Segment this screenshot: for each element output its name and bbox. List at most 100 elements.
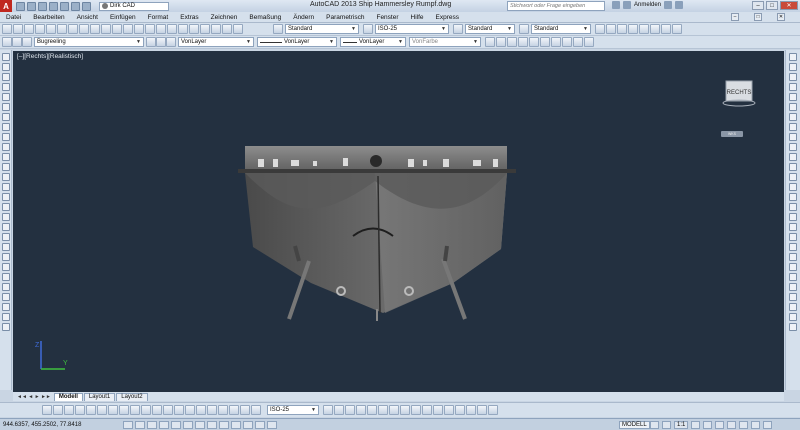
polar-toggle[interactable] xyxy=(159,420,169,429)
dimension-icon[interactable] xyxy=(97,405,107,415)
draw-tool-icon[interactable] xyxy=(1,163,10,171)
dimension-icon[interactable] xyxy=(240,405,250,415)
menu-item-einfügen[interactable]: Einfügen xyxy=(110,14,136,21)
dimension-icon[interactable] xyxy=(64,405,74,415)
toolbar-icon[interactable] xyxy=(134,24,144,34)
draw-tool-icon[interactable] xyxy=(1,253,10,261)
toolbar-icon[interactable] xyxy=(628,24,638,34)
tab-layout2[interactable]: Layout2 xyxy=(116,392,148,401)
dimstyle-icon[interactable] xyxy=(363,24,373,34)
plotstyle-select[interactable]: VonFarbe ▼ xyxy=(409,37,481,47)
draw-tool-icon[interactable] xyxy=(1,173,10,181)
toolbar-icon[interactable] xyxy=(123,24,133,34)
lineweight-select[interactable]: VonLayer ▼ xyxy=(340,37,406,47)
document-close-button[interactable]: ✕ xyxy=(777,13,785,21)
toolbar-icon[interactable] xyxy=(378,405,388,415)
toolbar-icon[interactable] xyxy=(411,405,421,415)
modify-tool-icon[interactable] xyxy=(789,283,797,291)
modify-tool-icon[interactable] xyxy=(789,173,797,181)
modify-tool-icon[interactable] xyxy=(789,73,797,81)
menu-item-bearbeiten[interactable]: Bearbeiten xyxy=(33,14,64,21)
toolbar-icon[interactable] xyxy=(178,24,188,34)
draw-tool-icon[interactable] xyxy=(1,313,10,321)
menu-item-zeichnen[interactable]: Zeichnen xyxy=(211,14,238,21)
toolbar-icon[interactable] xyxy=(90,24,100,34)
toolbar-icon[interactable] xyxy=(323,405,333,415)
document-maximize-button[interactable]: □ xyxy=(754,13,762,21)
auto-scale-icon[interactable] xyxy=(703,421,713,429)
redo-icon[interactable] xyxy=(82,1,91,11)
modify-tool-icon[interactable] xyxy=(789,313,797,321)
modify-tool-icon[interactable] xyxy=(789,223,797,231)
workspace-switch-icon[interactable] xyxy=(715,421,725,429)
modify-tool-icon[interactable] xyxy=(789,123,797,131)
modify-tool-icon[interactable] xyxy=(789,103,797,111)
mleaderstyle-icon[interactable] xyxy=(519,24,529,34)
toolbar-icon[interactable] xyxy=(455,405,465,415)
toolbar-icon[interactable] xyxy=(595,24,605,34)
toolbar-icon[interactable] xyxy=(389,405,399,415)
minimize-button[interactable]: – xyxy=(752,1,764,10)
toolbar-icon[interactable] xyxy=(345,405,355,415)
toolbar-icon[interactable] xyxy=(57,24,67,34)
modify-tool-icon[interactable] xyxy=(789,143,797,151)
toolbar-icon[interactable] xyxy=(551,37,561,47)
lineweight-toggle[interactable] xyxy=(231,420,241,429)
toolbar-icon[interactable] xyxy=(145,24,155,34)
pan-icon[interactable] xyxy=(650,421,659,429)
dimension-icon[interactable] xyxy=(185,405,195,415)
toolbar-icon[interactable] xyxy=(156,24,166,34)
modify-tool-icon[interactable] xyxy=(789,203,797,211)
toolbar-icon[interactable] xyxy=(496,37,506,47)
layer-properties-icon[interactable] xyxy=(2,37,12,47)
selection-cycling-toggle[interactable] xyxy=(267,420,277,429)
menu-item-ändern[interactable]: Ändern xyxy=(293,14,314,21)
save-icon[interactable] xyxy=(38,1,47,11)
wcs-menu-button[interactable]: WKS xyxy=(721,131,743,137)
toolbar-icon[interactable] xyxy=(617,24,627,34)
toolbar-icon[interactable] xyxy=(466,405,476,415)
modify-tool-icon[interactable] xyxy=(789,53,797,61)
toolbar-icon[interactable] xyxy=(477,405,487,415)
layer-select[interactable]: Bugreeling ▼ xyxy=(34,37,144,47)
dimension-icon[interactable] xyxy=(75,405,85,415)
model-space-button[interactable]: MODELL xyxy=(619,421,650,429)
draw-tool-icon[interactable] xyxy=(1,153,10,161)
textstyle-select[interactable]: Standard ▼ xyxy=(285,24,359,34)
dimension-icon[interactable] xyxy=(53,405,63,415)
annotation-scale[interactable]: 1:1 xyxy=(674,421,689,429)
dimension-icon[interactable] xyxy=(229,405,239,415)
draw-tool-icon[interactable] xyxy=(1,73,10,81)
toolbar-icon[interactable] xyxy=(639,24,649,34)
bottom-dimstyle-select[interactable]: ISO-25 ▼ xyxy=(267,405,319,415)
dimension-icon[interactable] xyxy=(86,405,96,415)
draw-tool-icon[interactable] xyxy=(1,193,10,201)
toolbar-icon[interactable] xyxy=(2,24,12,34)
modify-tool-icon[interactable] xyxy=(789,303,797,311)
draw-tool-icon[interactable] xyxy=(1,293,10,301)
toolbar-icon[interactable] xyxy=(562,37,572,47)
make-current-icon[interactable] xyxy=(146,37,156,47)
draw-tool-icon[interactable] xyxy=(1,283,10,291)
dimension-icon[interactable] xyxy=(141,405,151,415)
toolbar-icon[interactable] xyxy=(650,24,660,34)
dimension-icon[interactable] xyxy=(108,405,118,415)
textstyle-icon[interactable] xyxy=(273,24,283,34)
snap-toggle[interactable] xyxy=(123,420,133,429)
viewcube[interactable]: RECHTS xyxy=(722,79,756,107)
modify-tool-icon[interactable] xyxy=(789,63,797,71)
tab-navigation[interactable]: ◄◄ ◄ ► ►► xyxy=(17,394,51,400)
lock-icon[interactable] xyxy=(727,421,737,429)
isolate-objects-icon[interactable] xyxy=(751,421,761,429)
toolbar-icon[interactable] xyxy=(606,24,616,34)
toolbar-icon[interactable] xyxy=(46,24,56,34)
draw-tool-icon[interactable] xyxy=(1,203,10,211)
hardware-acceleration-icon[interactable] xyxy=(739,421,749,429)
draw-tool-icon[interactable] xyxy=(1,223,10,231)
menu-item-ansicht[interactable]: Ansicht xyxy=(77,14,98,21)
toolbar-icon[interactable] xyxy=(518,37,528,47)
toolbar-icon[interactable] xyxy=(507,37,517,47)
print-icon[interactable] xyxy=(60,1,69,11)
modify-tool-icon[interactable] xyxy=(789,273,797,281)
toolbar-icon[interactable] xyxy=(661,24,671,34)
